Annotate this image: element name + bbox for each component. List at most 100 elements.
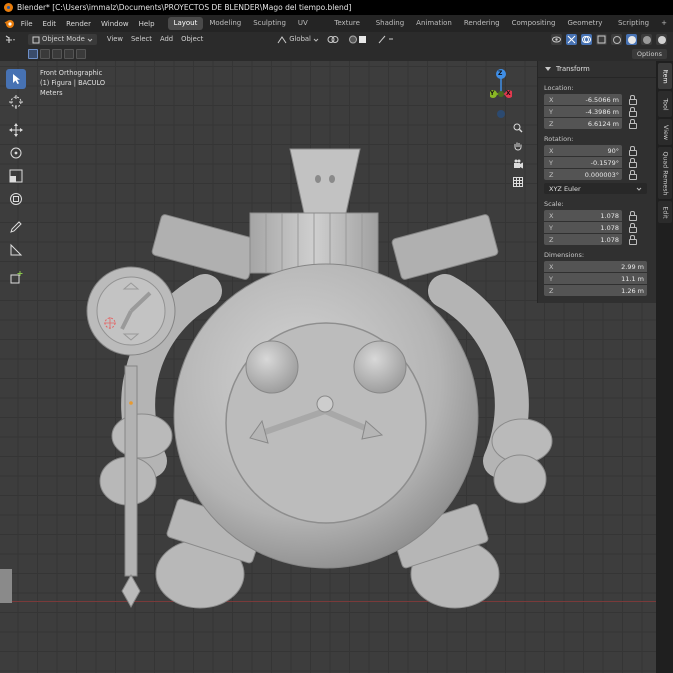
location-z-field[interactable]: Z 6.6124 m <box>544 118 622 129</box>
menu-select[interactable]: Select <box>127 34 156 45</box>
tab-rendering[interactable]: Rendering <box>458 17 506 30</box>
sidebar-transform-panel: Transform Location: X -6.5066 m Y -4.3986 … <box>537 61 656 303</box>
orientation-selector[interactable]: Global <box>273 34 323 45</box>
rotation-y-field[interactable]: Y -0.1579° <box>544 157 622 168</box>
xray-toggle-button[interactable] <box>596 34 607 45</box>
tool-shelf <box>6 69 28 291</box>
lock-icon[interactable] <box>628 119 637 129</box>
lock-icon[interactable] <box>628 235 637 245</box>
tab-tool[interactable]: Tool <box>658 91 672 117</box>
viewport-shading-group <box>551 34 667 45</box>
tab-tool-label: Tool <box>661 97 669 111</box>
tab-quad-remesh[interactable]: Quad Remesh <box>658 147 672 199</box>
tab-view[interactable]: View <box>658 119 672 145</box>
overlays-toggle-button[interactable] <box>581 34 592 45</box>
editor-type-button[interactable] <box>0 34 20 45</box>
location-x-field[interactable]: X -6.5066 m <box>544 94 622 105</box>
select-intersect-mode-icon[interactable] <box>76 49 86 59</box>
proportional-edit-button[interactable] <box>373 34 399 45</box>
dimensions-x-field[interactable]: X 2.99 m <box>544 261 647 272</box>
menu-window[interactable]: Window <box>96 20 134 28</box>
gizmo-y-label: Y <box>490 90 495 97</box>
select-subtract-mode-icon[interactable] <box>52 49 62 59</box>
tab-edit[interactable]: Edit <box>658 201 672 223</box>
tab-compositing[interactable]: Compositing <box>506 17 562 30</box>
gizmo-z-label: Z <box>498 70 503 77</box>
camera-view-button[interactable] <box>512 158 524 170</box>
lock-icon[interactable] <box>628 158 637 168</box>
select-tool-button[interactable] <box>6 69 26 89</box>
mode-selector[interactable]: Object Mode <box>28 34 97 45</box>
scale-tool-button[interactable] <box>6 166 26 186</box>
mode-label: Object Mode <box>42 35 85 43</box>
tab-geometry-nodes[interactable]: Geometry Nodes <box>562 17 612 40</box>
dimensions-z-field[interactable]: Z 1.26 m <box>544 285 647 296</box>
pan-button[interactable] <box>512 140 524 152</box>
tab-shading[interactable]: Shading <box>370 17 410 30</box>
menu-edit[interactable]: Edit <box>38 20 62 28</box>
menu-file[interactable]: File <box>16 20 38 28</box>
move-tool-button[interactable] <box>6 120 26 140</box>
visibility-button[interactable] <box>551 34 562 45</box>
annotate-tool-button[interactable] <box>6 217 26 237</box>
select-invert-mode-icon[interactable] <box>64 49 74 59</box>
gizmo-toggle-button[interactable] <box>566 34 577 45</box>
lock-icon[interactable] <box>628 146 637 156</box>
tab-texture-paint[interactable]: Texture Paint <box>328 17 369 40</box>
lock-icon[interactable] <box>628 223 637 233</box>
tab-modeling[interactable]: Modeling <box>203 17 247 30</box>
location-y-field[interactable]: Y -4.3986 m <box>544 106 622 117</box>
lock-icon[interactable] <box>628 107 637 117</box>
menu-render[interactable]: Render <box>61 20 96 28</box>
pivot-point-button[interactable] <box>323 34 345 45</box>
menu-object[interactable]: Object <box>177 34 207 45</box>
zoom-button[interactable] <box>512 122 524 134</box>
shading-solid-button[interactable] <box>626 34 637 45</box>
menu-add[interactable]: Add <box>156 34 177 45</box>
add-workspace-button[interactable]: + <box>655 17 673 30</box>
blender-logo-icon <box>4 3 13 12</box>
shading-wireframe-button[interactable] <box>611 34 622 45</box>
field-value: 90° <box>607 146 619 155</box>
sidebar-tabs: Item Tool View Quad Remesh Edit <box>656 61 673 673</box>
tab-scripting[interactable]: Scripting <box>612 17 655 30</box>
lock-icon[interactable] <box>628 211 637 221</box>
menu-view[interactable]: View <box>103 34 127 45</box>
blender-menu-icon[interactable] <box>3 17 16 31</box>
transform-tool-button[interactable] <box>6 189 26 209</box>
tab-sculpting[interactable]: Sculpting <box>247 17 292 30</box>
tab-animation[interactable]: Animation <box>410 17 458 30</box>
menu-help[interactable]: Help <box>134 20 160 28</box>
lock-icon[interactable] <box>628 170 637 180</box>
tab-item[interactable]: Item <box>658 63 672 89</box>
cursor-tool-button[interactable] <box>6 92 26 112</box>
shading-material-button[interactable] <box>641 34 652 45</box>
tab-layout[interactable]: Layout <box>167 17 204 30</box>
select-extend-mode-icon[interactable] <box>40 49 50 59</box>
scale-z-field[interactable]: Z 1.078 <box>544 234 622 245</box>
rotation-mode-value: XYZ Euler <box>549 184 581 193</box>
dimensions-y-field[interactable]: Y 11.1 m <box>544 273 647 284</box>
scale-icon <box>9 169 23 183</box>
select-box-mode-icon[interactable] <box>28 49 38 59</box>
rotation-z-field[interactable]: Z 0.000003° <box>544 169 622 180</box>
perspective-toggle-button[interactable] <box>512 176 524 188</box>
transform-section-title: Transform <box>556 65 590 73</box>
scale-x-field[interactable]: X 1.078 <box>544 210 622 221</box>
options-button[interactable]: Options <box>631 49 667 59</box>
measure-tool-button[interactable] <box>6 240 26 260</box>
collapse-triangle-icon <box>545 67 551 71</box>
add-cube-tool-button[interactable] <box>6 268 26 288</box>
lock-icon[interactable] <box>628 95 637 105</box>
rotation-x-field[interactable]: X 90° <box>544 145 622 156</box>
scale-y-field[interactable]: Y 1.078 <box>544 222 622 233</box>
tab-uv-editing[interactable]: UV Editing <box>292 17 328 40</box>
rotate-tool-button[interactable] <box>6 143 26 163</box>
tab-view-label: View <box>661 124 669 140</box>
shading-rendered-button[interactable] <box>656 34 667 45</box>
orientation-label: Global <box>289 35 311 43</box>
transform-section-header[interactable]: Transform <box>538 61 656 78</box>
snap-button[interactable] <box>345 34 373 45</box>
rotation-mode-dropdown[interactable]: XYZ Euler <box>544 183 647 194</box>
field-value: -4.3986 m <box>585 107 620 116</box>
